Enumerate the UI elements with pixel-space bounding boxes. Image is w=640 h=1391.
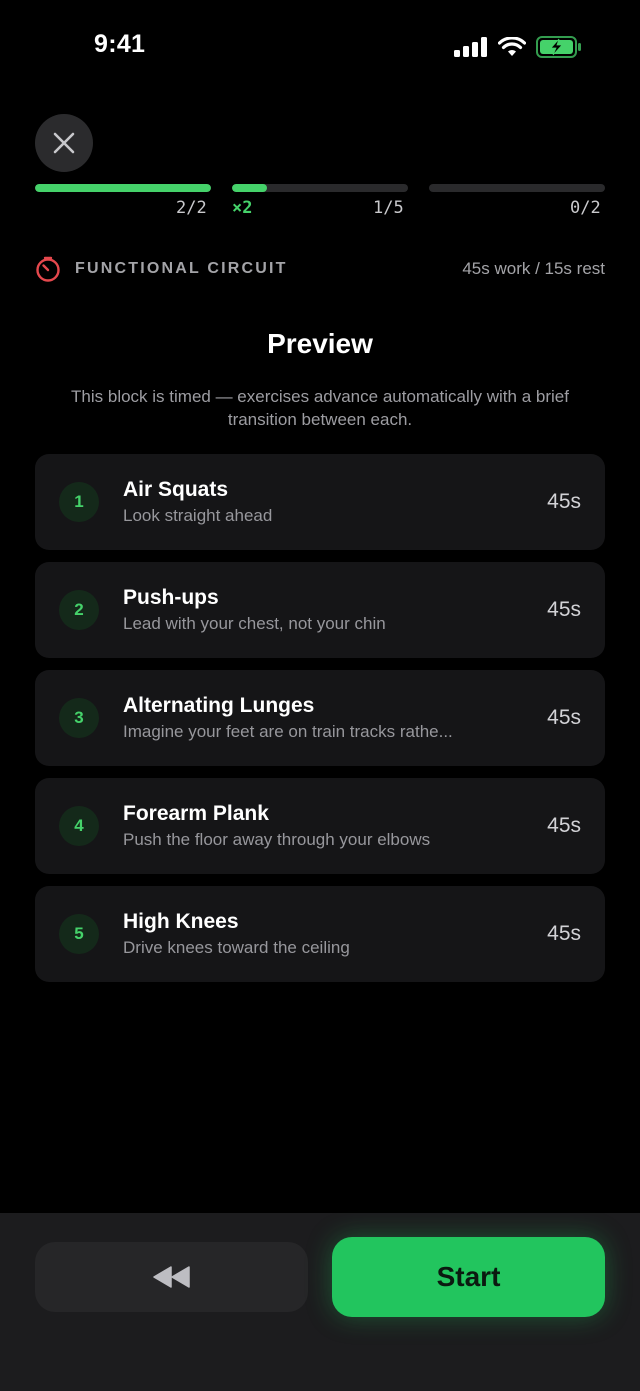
rewind-button[interactable] [35, 1242, 308, 1312]
progress-segment-3 [429, 184, 605, 192]
status-icons [454, 36, 582, 58]
exercise-duration: 45s [547, 706, 581, 729]
exercise-card[interactable]: 4 Forearm Plank Push the floor away thro… [35, 778, 605, 874]
exercise-text: Push-ups Lead with your chest, not your … [123, 585, 537, 635]
status-time: 9:41 [94, 30, 146, 58]
exercise-card[interactable]: 5 High Knees Drive knees toward the ceil… [35, 886, 605, 982]
progress-fill-2 [232, 184, 268, 192]
timer-icon [36, 256, 60, 282]
exercise-name: High Knees [123, 910, 239, 933]
round-multiplier: ×2 [232, 198, 253, 218]
exercise-name: Forearm Plank [123, 802, 269, 825]
exercise-text: Alternating Lunges Imagine your feet are… [123, 693, 537, 743]
exercise-card[interactable]: 1 Air Squats Look straight ahead 45s [35, 454, 605, 550]
circuit-title: FUNCTIONAL CIRCUIT [75, 260, 288, 277]
exercise-cue: Lead with your chest, not your chin [123, 614, 386, 633]
exercise-number: 4 [59, 806, 99, 846]
exercise-name: Push-ups [123, 586, 219, 609]
exercise-number: 3 [59, 698, 99, 738]
exercise-number: 5 [59, 914, 99, 954]
exercise-text: High Knees Drive knees toward the ceilin… [123, 909, 537, 959]
preview-description: This block is timed — exercises advance … [71, 387, 569, 429]
exercise-duration: 45s [547, 490, 581, 513]
exercise-cue: Imagine your feet are on train tracks ra… [123, 722, 453, 741]
circuit-timing: 45s work / 15s rest [462, 259, 605, 278]
exercise-number: 2 [59, 590, 99, 630]
exercise-duration: 45s [547, 814, 581, 837]
exercise-name: Alternating Lunges [123, 694, 315, 717]
close-button[interactable] [35, 114, 93, 172]
progress-label-2: 1/5 [373, 198, 404, 218]
exercise-cue: Drive knees toward the ceiling [123, 938, 350, 957]
progress-segment-1 [35, 184, 211, 192]
start-button[interactable]: Start [332, 1237, 605, 1317]
exercise-text: Air Squats Look straight ahead [123, 477, 537, 527]
exercise-number: 1 [59, 482, 99, 522]
exercise-duration: 45s [547, 598, 581, 621]
block-progress: 2/2 ×2 1/5 0/2 [35, 184, 605, 224]
exercise-name: Air Squats [123, 478, 229, 501]
workout-preview-screen: 9:41 2/2 ×2 1/5 0/2 FUNCTIONAL CIRCUIT 4… [0, 0, 640, 1391]
page-title: Preview [267, 328, 373, 359]
close-icon [53, 132, 75, 154]
exercise-cue: Push the floor away through your elbows [123, 830, 431, 849]
exercise-duration: 45s [547, 922, 581, 945]
battery-charging-icon [536, 36, 581, 58]
exercise-text: Forearm Plank Push the floor away throug… [123, 801, 537, 851]
rewind-icon [152, 1266, 190, 1288]
exercise-cue: Look straight ahead [123, 506, 273, 525]
bottom-action-bar: Start [0, 1213, 640, 1391]
exercise-card[interactable]: 3 Alternating Lunges Imagine your feet a… [35, 670, 605, 766]
progress-label-1: 2/2 [176, 198, 207, 218]
wifi-icon [498, 37, 526, 56]
circuit-header: FUNCTIONAL CIRCUIT 45s work / 15s rest [35, 255, 605, 283]
progress-segment-2 [232, 184, 408, 192]
exercise-card[interactable]: 2 Push-ups Lead with your chest, not you… [35, 562, 605, 658]
signal-icon [454, 37, 487, 57]
exercise-list: 1 Air Squats Look straight ahead 45s 2 P… [35, 454, 605, 994]
progress-fill-1 [35, 184, 211, 192]
progress-label-3: 0/2 [570, 198, 601, 218]
